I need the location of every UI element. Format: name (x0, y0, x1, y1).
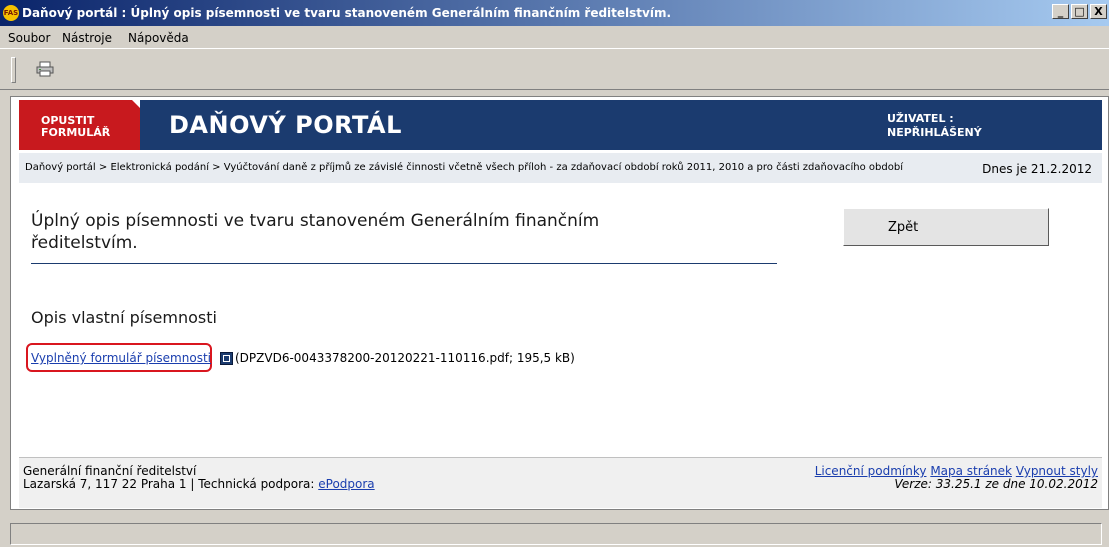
toolbar (0, 48, 1109, 90)
title-divider (31, 263, 777, 264)
maximize-button[interactable]: □ (1071, 4, 1088, 19)
user-status: UŽIVATEL : NEPŘIHLÁŠENÝ (887, 112, 982, 140)
print-icon[interactable] (36, 61, 54, 77)
footer-contact: Generální finanční ředitelství Lazarská … (23, 465, 375, 491)
user-value: NEPŘIHLÁŠENÝ (887, 126, 982, 139)
exit-form-button[interactable]: OPUSTIT FORMULÁŘ (19, 100, 140, 150)
breadcrumb-bar: Daňový portál > Elektronická podání > Vy… (19, 153, 1102, 183)
app-icon: FAS (3, 5, 19, 21)
file-info: (DPZVD6-0043378200-20120221-110116.pdf; … (235, 351, 575, 365)
page-content: OPUSTIT FORMULÁŘ DAŇOVÝ PORTÁL UŽIVATEL … (10, 96, 1109, 510)
toolbar-grip[interactable] (11, 57, 16, 83)
menu-soubor[interactable]: Soubor (8, 31, 50, 45)
back-button[interactable]: Zpět (843, 208, 1049, 246)
portal-header: OPUSTIT FORMULÁŘ DAŇOVÝ PORTÁL UŽIVATEL … (19, 100, 1102, 150)
current-date: Dnes je 21.2.2012 (982, 162, 1092, 176)
document-link-row: Vyplněný formulář písemnosti (DPZVD6-004… (26, 343, 726, 373)
sitemap-link[interactable]: Mapa stránek (930, 464, 1012, 478)
menu-napoveda[interactable]: Nápověda (128, 31, 189, 45)
corner-fold (132, 100, 140, 108)
version-info: Verze: 33.25.1 ze dne 10.02.2012 (894, 477, 1098, 491)
footer-address: Lazarská 7, 117 22 Praha 1 | Technická p… (23, 477, 319, 491)
page-title: Úplný opis písemnosti ve tvaru stanovené… (31, 211, 600, 253)
footer: Generální finanční ředitelství Lazarská … (19, 457, 1102, 508)
exit-form-label: OPUSTIT FORMULÁŘ (41, 114, 111, 139)
disable-styles-link[interactable]: Vypnout styly (1016, 464, 1098, 478)
section-title: Opis vlastní písemnosti (31, 308, 217, 327)
external-file-icon[interactable] (220, 352, 233, 365)
user-label: UŽIVATEL : (887, 112, 954, 125)
status-bar (0, 520, 1109, 547)
portal-title: DAŇOVÝ PORTÁL (169, 111, 402, 139)
footer-links: Licenční podmínky Mapa stránek Vypnout s… (815, 465, 1098, 491)
menu-nastroje[interactable]: Nástroje (62, 31, 112, 45)
breadcrumb[interactable]: Daňový portál > Elektronická podání > Vy… (25, 162, 903, 173)
filled-form-link[interactable]: Vyplněný formulář písemnosti (31, 351, 211, 365)
menu-bar: Soubor Nástroje Nápověda (0, 26, 1109, 48)
license-link[interactable]: Licenční podmínky (815, 464, 927, 478)
window-title: Daňový portál : Úplný opis písemnosti ve… (22, 6, 672, 20)
window-titlebar: FAS Daňový portál : Úplný opis písemnost… (0, 0, 1109, 26)
close-button[interactable]: X (1090, 4, 1107, 19)
back-button-label: Zpět (888, 220, 919, 235)
support-link[interactable]: ePodpora (318, 477, 374, 491)
minimize-button[interactable]: _ (1052, 4, 1069, 19)
status-pane (10, 523, 1102, 545)
footer-address-line: Lazarská 7, 117 22 Praha 1 | Technická p… (23, 478, 375, 491)
